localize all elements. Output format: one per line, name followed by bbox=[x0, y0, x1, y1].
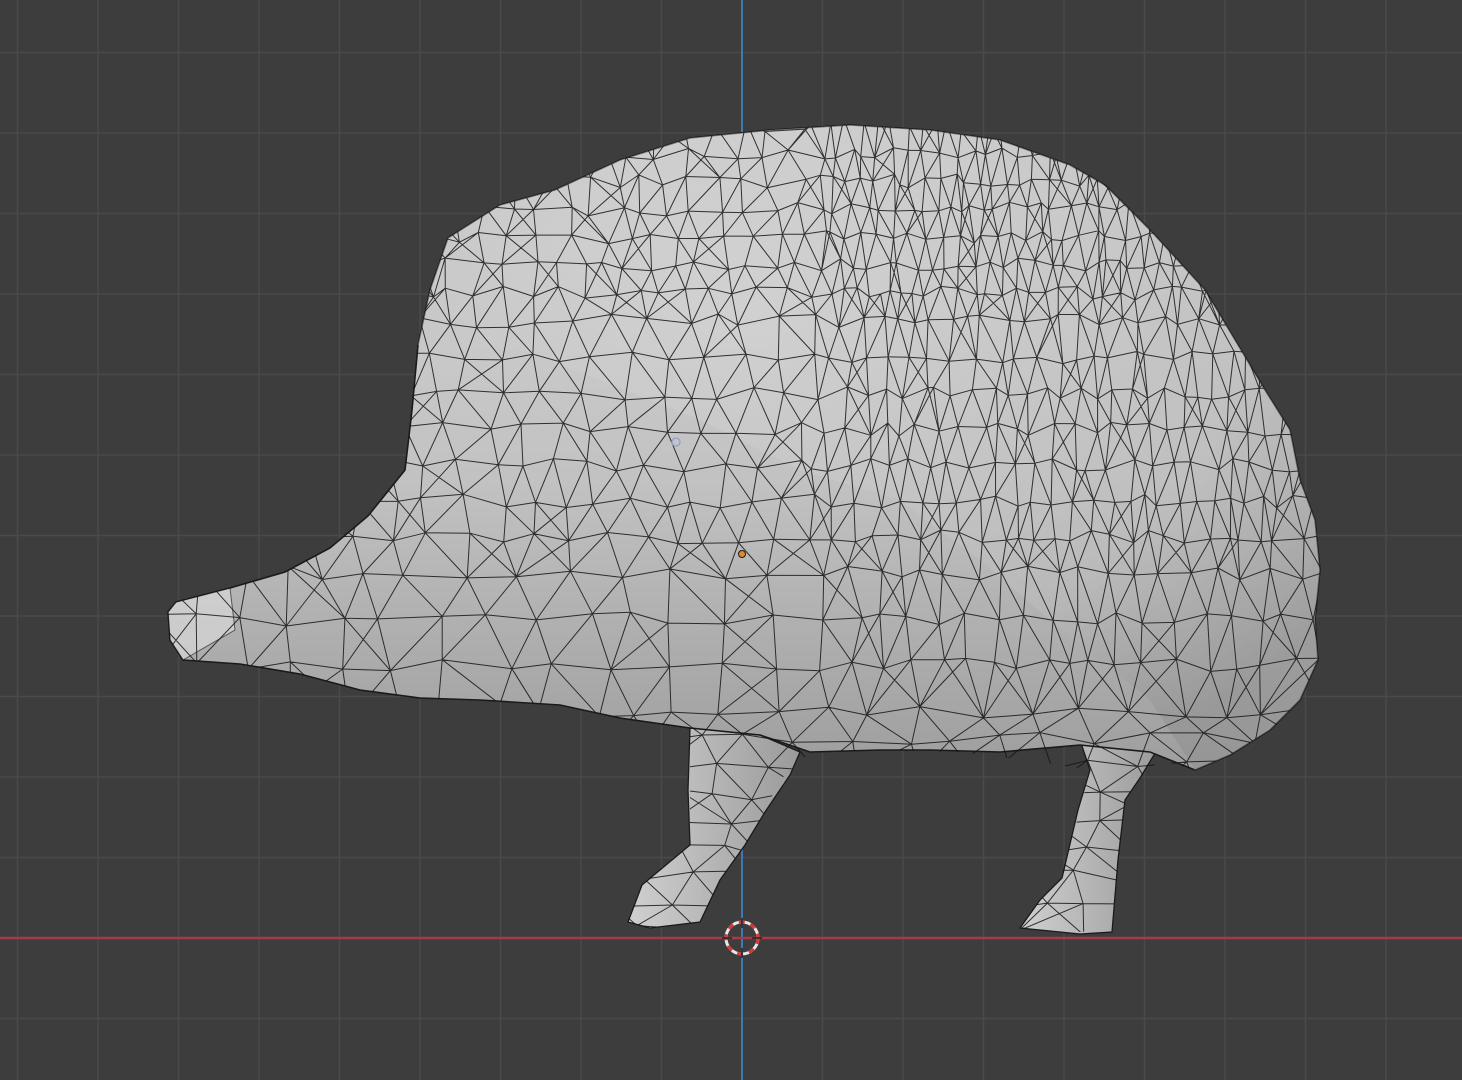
hedgehog-mesh[interactable] bbox=[145, 118, 1326, 937]
3d-viewport[interactable] bbox=[0, 0, 1462, 1080]
object-origin-point[interactable] bbox=[738, 550, 746, 558]
viewport-canvas[interactable] bbox=[0, 0, 1462, 1080]
